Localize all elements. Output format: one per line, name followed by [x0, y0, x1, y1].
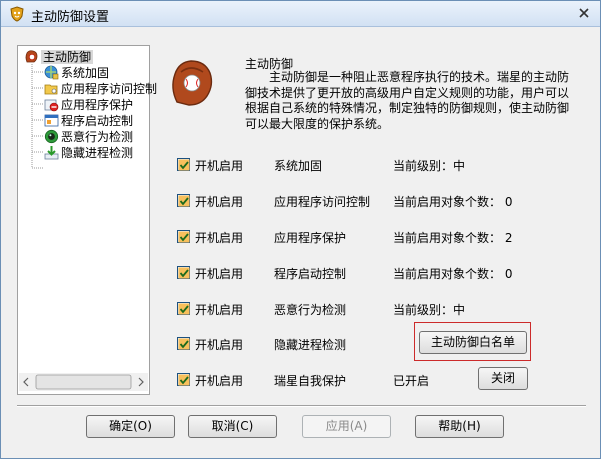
- baseball-glove-icon: [172, 60, 213, 106]
- download-arrow-icon: [44, 146, 59, 160]
- green-globe-icon: [44, 129, 59, 144]
- no-entry-icon: [44, 99, 59, 112]
- startup-enable-checkbox[interactable]: [177, 266, 190, 279]
- tree-horizontal-scrollbar[interactable]: [19, 373, 148, 391]
- checkbox-label[interactable]: 开机启用: [195, 157, 243, 174]
- navigation-tree: 主动防御 系统加固 应用程序访问控制 应用程序保护 程序启动控制 恶意行为检测 …: [17, 45, 157, 395]
- disable-self-protection-button[interactable]: 关闭: [478, 367, 528, 390]
- help-button[interactable]: 帮助(H): [415, 415, 504, 438]
- whitelist-button[interactable]: 主动防御白名单: [419, 331, 527, 354]
- footer-divider: [17, 405, 586, 407]
- module-status: 当前启用对象个数： 2: [393, 231, 513, 245]
- module-name: 程序启动控制: [274, 267, 347, 281]
- module-name: 应用程序保护: [274, 231, 347, 245]
- module-status: 已开启: [393, 374, 430, 388]
- title-bar[interactable]: 主动防御设置: [1, 1, 600, 27]
- module-name: 隐藏进程检测: [274, 338, 347, 352]
- tree-item-label: 应用程序访问控制: [61, 82, 158, 96]
- tree-item-app-protection[interactable]: 应用程序保护: [44, 97, 133, 113]
- tree-item-malicious-behavior-detection[interactable]: 恶意行为检测: [44, 129, 133, 145]
- scroll-thumb: [35, 374, 132, 390]
- tree-item-label: 系统加固: [61, 66, 110, 80]
- module-name: 应用程序访问控制: [274, 195, 371, 209]
- cancel-button[interactable]: 取消(C): [188, 415, 277, 438]
- window-app-icon: [44, 114, 59, 127]
- tree-item-program-start-control[interactable]: 程序启动控制: [44, 113, 133, 129]
- tree-root-label: 主动防御: [41, 50, 94, 64]
- ok-button[interactable]: 确定(O): [86, 415, 175, 438]
- tree-item-hidden-process-detection[interactable]: 隐藏进程检测: [44, 145, 133, 161]
- module-name: 瑞星自我保护: [274, 374, 347, 388]
- module-status: 当前级别：中: [393, 303, 466, 317]
- module-name: 恶意行为检测: [274, 303, 347, 317]
- checkbox-label[interactable]: 开机启用: [195, 193, 243, 210]
- folder-key-icon: [44, 84, 58, 95]
- checkbox-label[interactable]: 开机启用: [195, 336, 243, 353]
- module-status: 当前启用对象个数： 0: [393, 195, 513, 209]
- tree-item-active-defense[interactable]: 主动防御: [24, 49, 94, 65]
- checkbox-label[interactable]: 开机启用: [195, 265, 243, 282]
- startup-enable-checkbox[interactable]: [177, 194, 190, 207]
- module-status: 当前启用对象个数： 0: [393, 267, 513, 281]
- startup-enable-checkbox[interactable]: [177, 373, 190, 386]
- dialog-window: 主动防御设置 主动防御 系统加固 应用程序访问控制 应用程序保护 程序启动控制 …: [0, 0, 601, 459]
- setting-row-system-hardening: 开机启用 系统加固 当前级别：中: [177, 157, 577, 175]
- tree-item-app-access-control[interactable]: 应用程序访问控制: [44, 81, 157, 97]
- setting-row-app-access-control: 开机启用 应用程序访问控制 当前启用对象个数： 0: [177, 193, 577, 211]
- module-status: 当前级别：中: [393, 159, 466, 173]
- tree-item-system-hardening[interactable]: 系统加固: [44, 65, 109, 81]
- startup-enable-checkbox[interactable]: [177, 230, 190, 243]
- checkbox-label[interactable]: 开机启用: [195, 372, 243, 389]
- setting-row-app-protection: 开机启用 应用程序保护 当前启用对象个数： 2: [177, 229, 577, 247]
- glove-icon: [25, 50, 38, 63]
- tree-item-label: 隐藏进程检测: [61, 146, 134, 160]
- startup-enable-checkbox[interactable]: [177, 158, 190, 171]
- tree-connector-lines: [31, 64, 43, 169]
- setting-row-malicious-behavior: 开机启用 恶意行为检测 当前级别：中: [177, 301, 577, 319]
- section-description: 主动防御是一种阻止恶意程序执行的技术。瑞星的主动防御技术提供了更开放的高级用户自…: [245, 70, 570, 131]
- tree-item-label: 程序启动控制: [61, 114, 134, 128]
- window-title: 主动防御设置: [31, 10, 110, 25]
- close-icon[interactable]: [576, 5, 592, 21]
- startup-enable-checkbox[interactable]: [177, 302, 190, 315]
- tree-item-label: 应用程序保护: [61, 98, 134, 112]
- app-shield-icon: [10, 6, 24, 22]
- checkbox-label[interactable]: 开机启用: [195, 229, 243, 246]
- module-name: 系统加固: [274, 159, 323, 173]
- apply-button[interactable]: 应用(A): [302, 415, 391, 438]
- startup-enable-checkbox[interactable]: [177, 337, 190, 350]
- tree-item-label: 恶意行为检测: [61, 130, 134, 144]
- checkbox-label[interactable]: 开机启用: [195, 301, 243, 318]
- globe-shield-icon: [44, 65, 59, 80]
- setting-row-program-start-control: 开机启用 程序启动控制 当前启用对象个数： 0: [177, 265, 577, 283]
